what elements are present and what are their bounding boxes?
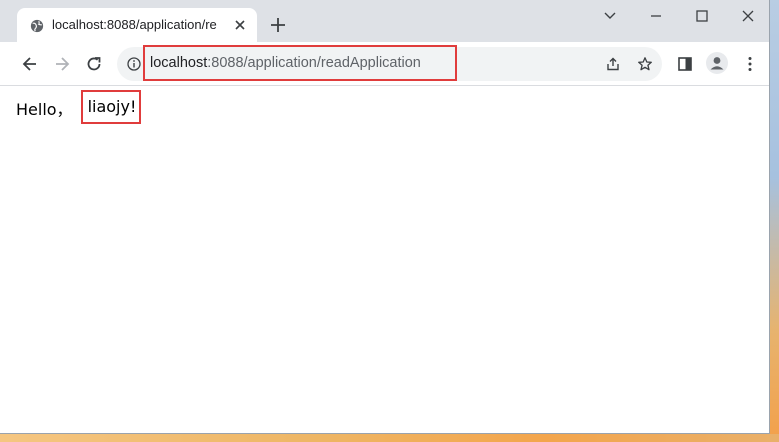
greeting-name: liaojy! — [87, 96, 137, 116]
arrow-right-icon[interactable] — [52, 54, 72, 74]
new-tab-plus-icon[interactable] — [268, 15, 288, 35]
greeting-name-highlight: liaojy! — [80, 89, 142, 124]
greeting-prefix: Hello， — [16, 100, 73, 119]
url-host: localhost — [150, 55, 208, 71]
address-bar[interactable]: localhost:8088/application/readApplicati… — [117, 45, 662, 81]
chevron-down-icon[interactable] — [600, 6, 620, 26]
greeting-text: Hello， liaojy! — [16, 89, 142, 124]
maximize-icon[interactable] — [692, 6, 712, 26]
desktop-wallpaper-bottom — [0, 434, 779, 442]
minimize-icon[interactable] — [646, 6, 666, 26]
side-panel-icon[interactable] — [675, 54, 695, 74]
globe-icon — [30, 19, 44, 33]
page-content: Hello， liaojy! — [0, 86, 769, 433]
star-icon[interactable] — [637, 56, 653, 72]
close-icon[interactable] — [233, 18, 247, 32]
url-text[interactable]: localhost:8088/application/readApplicati… — [150, 55, 421, 71]
share-icon[interactable] — [605, 56, 621, 72]
window-close-icon[interactable] — [738, 6, 758, 26]
kebab-menu-icon[interactable] — [740, 54, 760, 74]
profile-avatar-icon[interactable] — [706, 52, 728, 74]
browser-toolbar: localhost:8088/application/readApplicati… — [0, 42, 769, 86]
info-icon[interactable] — [127, 57, 141, 71]
reload-icon[interactable] — [84, 54, 104, 74]
url-path: :8088/application/readApplication — [207, 55, 421, 71]
tab-title: localhost:8088/application/re — [52, 17, 217, 32]
browser-window: localhost:8088/application/re localhost:… — [0, 0, 770, 434]
browser-tab[interactable]: localhost:8088/application/re — [17, 8, 257, 42]
arrow-left-icon[interactable] — [20, 54, 40, 74]
title-bar: localhost:8088/application/re — [0, 0, 769, 42]
desktop-wallpaper-right — [770, 0, 779, 442]
